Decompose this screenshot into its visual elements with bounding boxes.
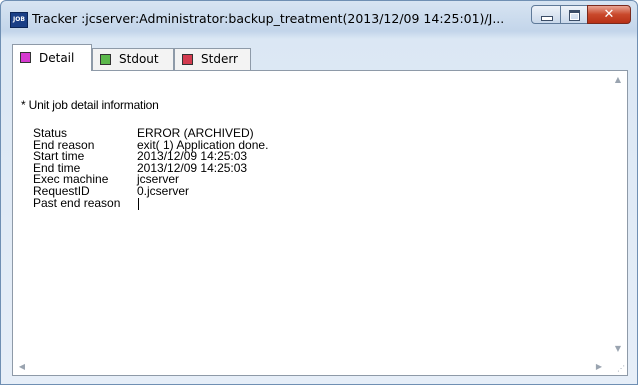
tab-detail[interactable]: Detail [12,44,92,71]
field-value: 0.jcserver [137,183,190,198]
detail-panel: * Unit job detail information Status ERR… [12,70,628,376]
tab-label: Stdout [119,52,159,66]
horizontal-scrollbar[interactable]: ◀ ▶ [13,358,610,375]
scroll-up-icon[interactable]: ▲ [613,75,623,85]
field-label: Past end reason [33,195,121,210]
vertical-scrollbar[interactable]: ▲ ▼ [610,71,627,358]
scrollbar-corner: ⋰ [610,358,627,375]
stdout-tab-icon [100,54,111,65]
scroll-left-icon[interactable]: ◀ [17,362,27,372]
window-title: Tracker :jcserver:Administrator:backup_t… [32,11,505,26]
tab-stdout[interactable]: Stdout [92,48,174,70]
detail-tab-icon [20,52,31,63]
tab-stderr[interactable]: Stderr [174,48,251,70]
minimize-icon [541,16,553,21]
job-app-icon[interactable]: JOB [10,12,28,28]
scroll-down-icon[interactable]: ▼ [613,344,623,354]
text-caret [138,197,139,210]
scroll-right-icon[interactable]: ▶ [594,362,604,372]
field-value [137,197,139,211]
tab-label: Detail [39,51,75,65]
minimize-button[interactable] [531,5,561,24]
resize-grip-icon[interactable]: ⋰ [617,365,625,373]
caption-buttons: ✕ [531,5,631,25]
tracker-window: JOB Tracker :jcserver:Administrator:back… [0,0,638,385]
detail-heading: * Unit job detail information [21,98,159,112]
close-button[interactable]: ✕ [587,5,631,24]
title-bar[interactable]: JOB Tracker :jcserver:Administrator:back… [1,1,637,37]
close-icon: ✕ [603,7,615,22]
tab-label: Stderr [201,52,238,66]
maximize-icon [569,10,580,21]
detail-text-area[interactable]: * Unit job detail information Status ERR… [13,71,610,358]
stderr-tab-icon [182,54,193,65]
maximize-button[interactable] [560,5,588,24]
